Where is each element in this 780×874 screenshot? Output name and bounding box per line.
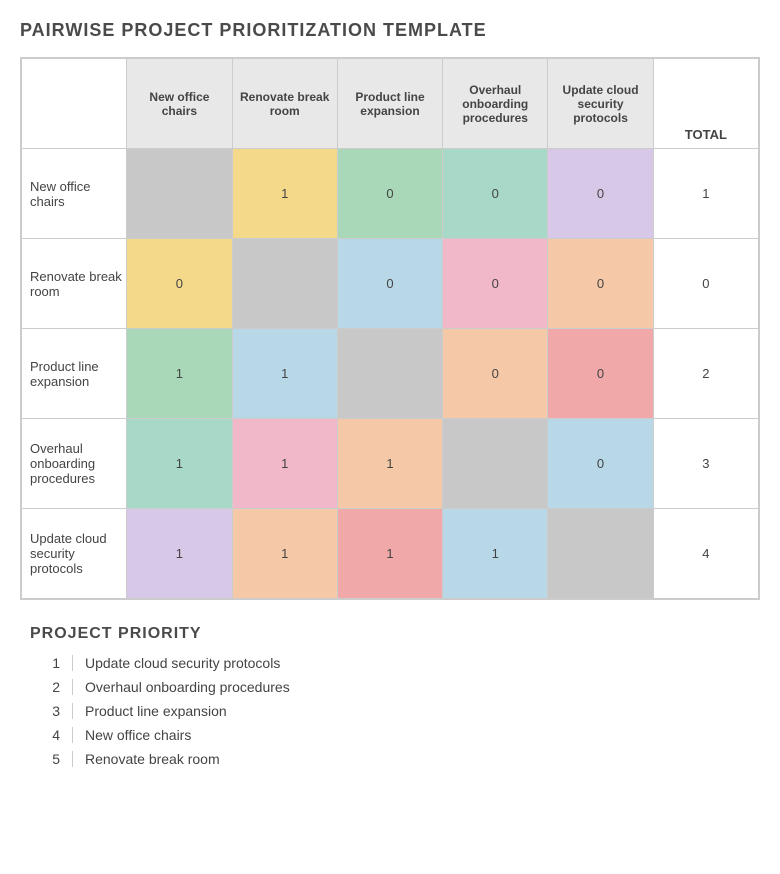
cell-4-3: 1 (443, 509, 548, 599)
total-header: TOTAL (653, 59, 758, 149)
row-label-1: Renovate break room (22, 239, 127, 329)
table-row: Product line expansion11002 (22, 329, 759, 419)
list-item: 4 New office chairs (30, 727, 760, 743)
cell-0-2: 0 (337, 149, 442, 239)
priority-divider (72, 727, 73, 743)
cell-0-4: 0 (548, 149, 653, 239)
cell-4-1: 1 (232, 509, 337, 599)
cell-0-0 (127, 149, 232, 239)
cell-1-0: 0 (127, 239, 232, 329)
page-title: PAIRWISE PROJECT PRIORITIZATION TEMPLATE (20, 20, 760, 41)
priority-list: 1 Update cloud security protocols 2 Overhau… (30, 655, 760, 767)
corner-cell (22, 59, 127, 149)
priority-rank: 3 (30, 703, 60, 719)
priority-rank: 4 (30, 727, 60, 743)
total-4: 4 (653, 509, 758, 599)
total-2: 2 (653, 329, 758, 419)
priority-divider (72, 679, 73, 695)
cell-3-1: 1 (232, 419, 337, 509)
priority-section: PROJECT PRIORITY 1 Update cloud security … (20, 625, 760, 767)
list-item: 3 Product line expansion (30, 703, 760, 719)
table-row: New office chairs10001 (22, 149, 759, 239)
list-item: 1 Update cloud security protocols (30, 655, 760, 671)
cell-1-2: 0 (337, 239, 442, 329)
row-label-3: Overhaul onboarding procedures (22, 419, 127, 509)
cell-0-3: 0 (443, 149, 548, 239)
col-header-1: Renovate break room (232, 59, 337, 149)
cell-3-2: 1 (337, 419, 442, 509)
priority-title: PROJECT PRIORITY (30, 625, 760, 643)
col-header-2: Product line expansion (337, 59, 442, 149)
priority-rank: 1 (30, 655, 60, 671)
col-header-3: Overhaul onboarding procedures (443, 59, 548, 149)
cell-2-3: 0 (443, 329, 548, 419)
cell-2-1: 1 (232, 329, 337, 419)
cell-0-1: 1 (232, 149, 337, 239)
table-row: Overhaul onboarding procedures11103 (22, 419, 759, 509)
table-row: Update cloud security protocols11114 (22, 509, 759, 599)
cell-2-4: 0 (548, 329, 653, 419)
priority-label: Product line expansion (85, 703, 227, 719)
priority-divider (72, 751, 73, 767)
col-header-4: Update cloud security protocols (548, 59, 653, 149)
cell-2-2 (337, 329, 442, 419)
row-label-2: Product line expansion (22, 329, 127, 419)
priority-rank: 5 (30, 751, 60, 767)
cell-3-3 (443, 419, 548, 509)
cell-3-4: 0 (548, 419, 653, 509)
row-label-0: New office chairs (22, 149, 127, 239)
priority-label: Overhaul onboarding procedures (85, 679, 290, 695)
priority-rank: 2 (30, 679, 60, 695)
total-1: 0 (653, 239, 758, 329)
priority-divider (72, 655, 73, 671)
priority-label: Update cloud security protocols (85, 655, 280, 671)
col-header-0: New office chairs (127, 59, 232, 149)
cell-1-1 (232, 239, 337, 329)
cell-4-0: 1 (127, 509, 232, 599)
matrix-container: New office chairs Renovate break room Pr… (20, 57, 760, 600)
cell-4-4 (548, 509, 653, 599)
cell-4-2: 1 (337, 509, 442, 599)
cell-3-0: 1 (127, 419, 232, 509)
table-row: Renovate break room00000 (22, 239, 759, 329)
cell-1-3: 0 (443, 239, 548, 329)
cell-2-0: 1 (127, 329, 232, 419)
priority-divider (72, 703, 73, 719)
total-3: 3 (653, 419, 758, 509)
row-label-4: Update cloud security protocols (22, 509, 127, 599)
priority-label: Renovate break room (85, 751, 220, 767)
cell-1-4: 0 (548, 239, 653, 329)
list-item: 5 Renovate break room (30, 751, 760, 767)
priority-label: New office chairs (85, 727, 191, 743)
list-item: 2 Overhaul onboarding procedures (30, 679, 760, 695)
total-0: 1 (653, 149, 758, 239)
